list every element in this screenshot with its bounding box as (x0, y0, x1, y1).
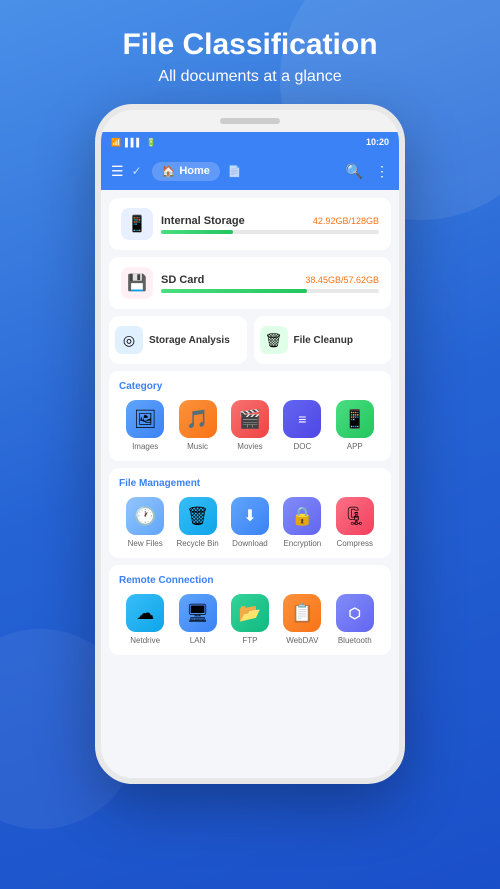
encryption-icon: 🔒 (283, 497, 321, 535)
new-files-icon: 🕐 (126, 497, 164, 535)
more-icon[interactable]: ⋮ (375, 163, 389, 180)
netdrive-icon: ☁ (126, 594, 164, 632)
category-doc[interactable]: ≡ DOC (280, 400, 324, 451)
category-title: Category (119, 381, 381, 392)
images-icon: 🖼 (126, 400, 164, 438)
lan-icon: 🖥 (179, 594, 217, 632)
internal-storage-size: 42.92GB/128GB (313, 216, 379, 226)
status-time: 10:20 (366, 137, 389, 147)
download-icon: ⬇ (231, 497, 269, 535)
storage-analysis-button[interactable]: ◎ Storage Analysis (109, 316, 247, 364)
category-movies[interactable]: 🎬 Movies (228, 400, 272, 451)
new-files-label: New Files (128, 539, 163, 548)
sd-card-bar-bg (161, 289, 379, 293)
webdav-icon: 📋 (283, 594, 321, 632)
home-button[interactable]: 🏠 Home (152, 162, 220, 181)
phone-mockup: 📶 ▌▌▌ 🔋 10:20 ☰ ✓ 🏠 Home 📄 🔍 ⋮ 📱 Interna… (95, 104, 405, 784)
internal-storage-bar-fill (161, 230, 233, 234)
category-grid: 🖼 Images 🎵 Music 🎬 Movies ≡ DOC 📱 (119, 400, 381, 451)
ftp-icon: 📂 (231, 594, 269, 632)
file-cleanup-label: File Cleanup (294, 335, 353, 346)
battery-icon: 🔋 (146, 138, 156, 147)
recycle-bin-item[interactable]: 🗑 Recycle Bin (176, 497, 220, 548)
file-management-section: File Management 🕐 New Files 🗑 Recycle Bi… (109, 468, 391, 558)
sd-card-icon: 💾 (121, 267, 153, 299)
sd-card-bar-fill (161, 289, 307, 293)
signal-icon: ▌▌▌ (125, 138, 142, 147)
movies-icon: 🎬 (231, 400, 269, 438)
storage-analysis-icon: ◎ (115, 326, 143, 354)
recycle-bin-icon: 🗑 (179, 497, 217, 535)
phone-content: 📱 Internal Storage 42.92GB/128GB � (101, 190, 399, 778)
encryption-item[interactable]: 🔒 Encryption (280, 497, 324, 548)
lan-item[interactable]: 🖥 LAN (176, 594, 220, 645)
images-label: Images (132, 442, 158, 451)
download-item[interactable]: ⬇ Download (228, 497, 272, 548)
ftp-label: FTP (242, 636, 257, 645)
storage-analysis-label: Storage Analysis (149, 335, 230, 346)
ftp-item[interactable]: 📂 FTP (228, 594, 272, 645)
recycle-bin-label: Recycle Bin (176, 539, 218, 548)
internal-storage-icon: 📱 (121, 208, 153, 240)
doc-label: DOC (293, 442, 311, 451)
compress-icon: 🗜 (336, 497, 374, 535)
home-icon: 🏠 (162, 165, 176, 178)
bluetooth-icon: ⬡ (336, 594, 374, 632)
netdrive-item[interactable]: ☁ Netdrive (123, 594, 167, 645)
internal-storage-info: Internal Storage 42.92GB/128GB (161, 215, 379, 234)
category-music[interactable]: 🎵 Music (176, 400, 220, 451)
webdav-label: WebDAV (286, 636, 318, 645)
remote-connection-section: Remote Connection ☁ Netdrive 🖥 LAN 📂 FTP… (109, 565, 391, 655)
netdrive-label: Netdrive (130, 636, 160, 645)
search-icon[interactable]: 🔍 (346, 163, 363, 180)
phone-notch (101, 110, 399, 132)
remote-connection-title: Remote Connection (119, 575, 381, 586)
internal-storage-card[interactable]: 📱 Internal Storage 42.92GB/128GB (109, 198, 391, 250)
music-icon: 🎵 (179, 400, 217, 438)
category-app[interactable]: 📱 APP (333, 400, 377, 451)
category-section: Category 🖼 Images 🎵 Music 🎬 Movies ≡ DOC (109, 371, 391, 461)
hero-subtitle: All documents at a glance (158, 68, 341, 86)
app-label: APP (347, 442, 363, 451)
status-bar: 📶 ▌▌▌ 🔋 10:20 (101, 132, 399, 152)
movies-label: Movies (237, 442, 262, 451)
download-label: Download (232, 539, 268, 548)
new-files-item[interactable]: 🕐 New Files (123, 497, 167, 548)
sd-card-name: SD Card (161, 274, 204, 286)
compress-item[interactable]: 🗜 Compress (333, 497, 377, 548)
toolbar: ☰ ✓ 🏠 Home 📄 🔍 ⋮ (101, 152, 399, 190)
menu-icon[interactable]: ☰ (111, 163, 124, 180)
internal-storage-name: Internal Storage (161, 215, 245, 227)
remote-connection-grid: ☁ Netdrive 🖥 LAN 📂 FTP 📋 WebDAV ⬡ B (119, 594, 381, 645)
sd-card-size: 38.45GB/57.62GB (305, 275, 379, 285)
bluetooth-label: Bluetooth (338, 636, 372, 645)
encryption-label: Encryption (283, 539, 321, 548)
doc-icon: ≡ (283, 400, 321, 438)
file-cleanup-button[interactable]: 🗑 File Cleanup (254, 316, 392, 364)
bluetooth-item[interactable]: ⬡ Bluetooth (333, 594, 377, 645)
app-icon: 📱 (336, 400, 374, 438)
sd-card-card[interactable]: 💾 SD Card 38.45GB/57.62GB (109, 257, 391, 309)
wifi-icon: 📶 (111, 138, 121, 147)
file-cleanup-icon: 🗑 (260, 326, 288, 354)
webdav-item[interactable]: 📋 WebDAV (280, 594, 324, 645)
home-label: Home (179, 165, 210, 177)
file-management-grid: 🕐 New Files 🗑 Recycle Bin ⬇ Download 🔒 E… (119, 497, 381, 548)
check-icon[interactable]: ✓ (132, 164, 142, 178)
internal-storage-bar-bg (161, 230, 379, 234)
lan-label: LAN (190, 636, 206, 645)
notch-pill (220, 118, 280, 124)
hero-title: File Classification (122, 28, 377, 62)
music-label: Music (187, 442, 208, 451)
category-images[interactable]: 🖼 Images (123, 400, 167, 451)
quick-actions: ◎ Storage Analysis 🗑 File Cleanup (109, 316, 391, 364)
sd-card-info: SD Card 38.45GB/57.62GB (161, 274, 379, 293)
file-icon[interactable]: 📄 (228, 165, 242, 178)
file-management-title: File Management (119, 478, 381, 489)
compress-label: Compress (337, 539, 373, 548)
